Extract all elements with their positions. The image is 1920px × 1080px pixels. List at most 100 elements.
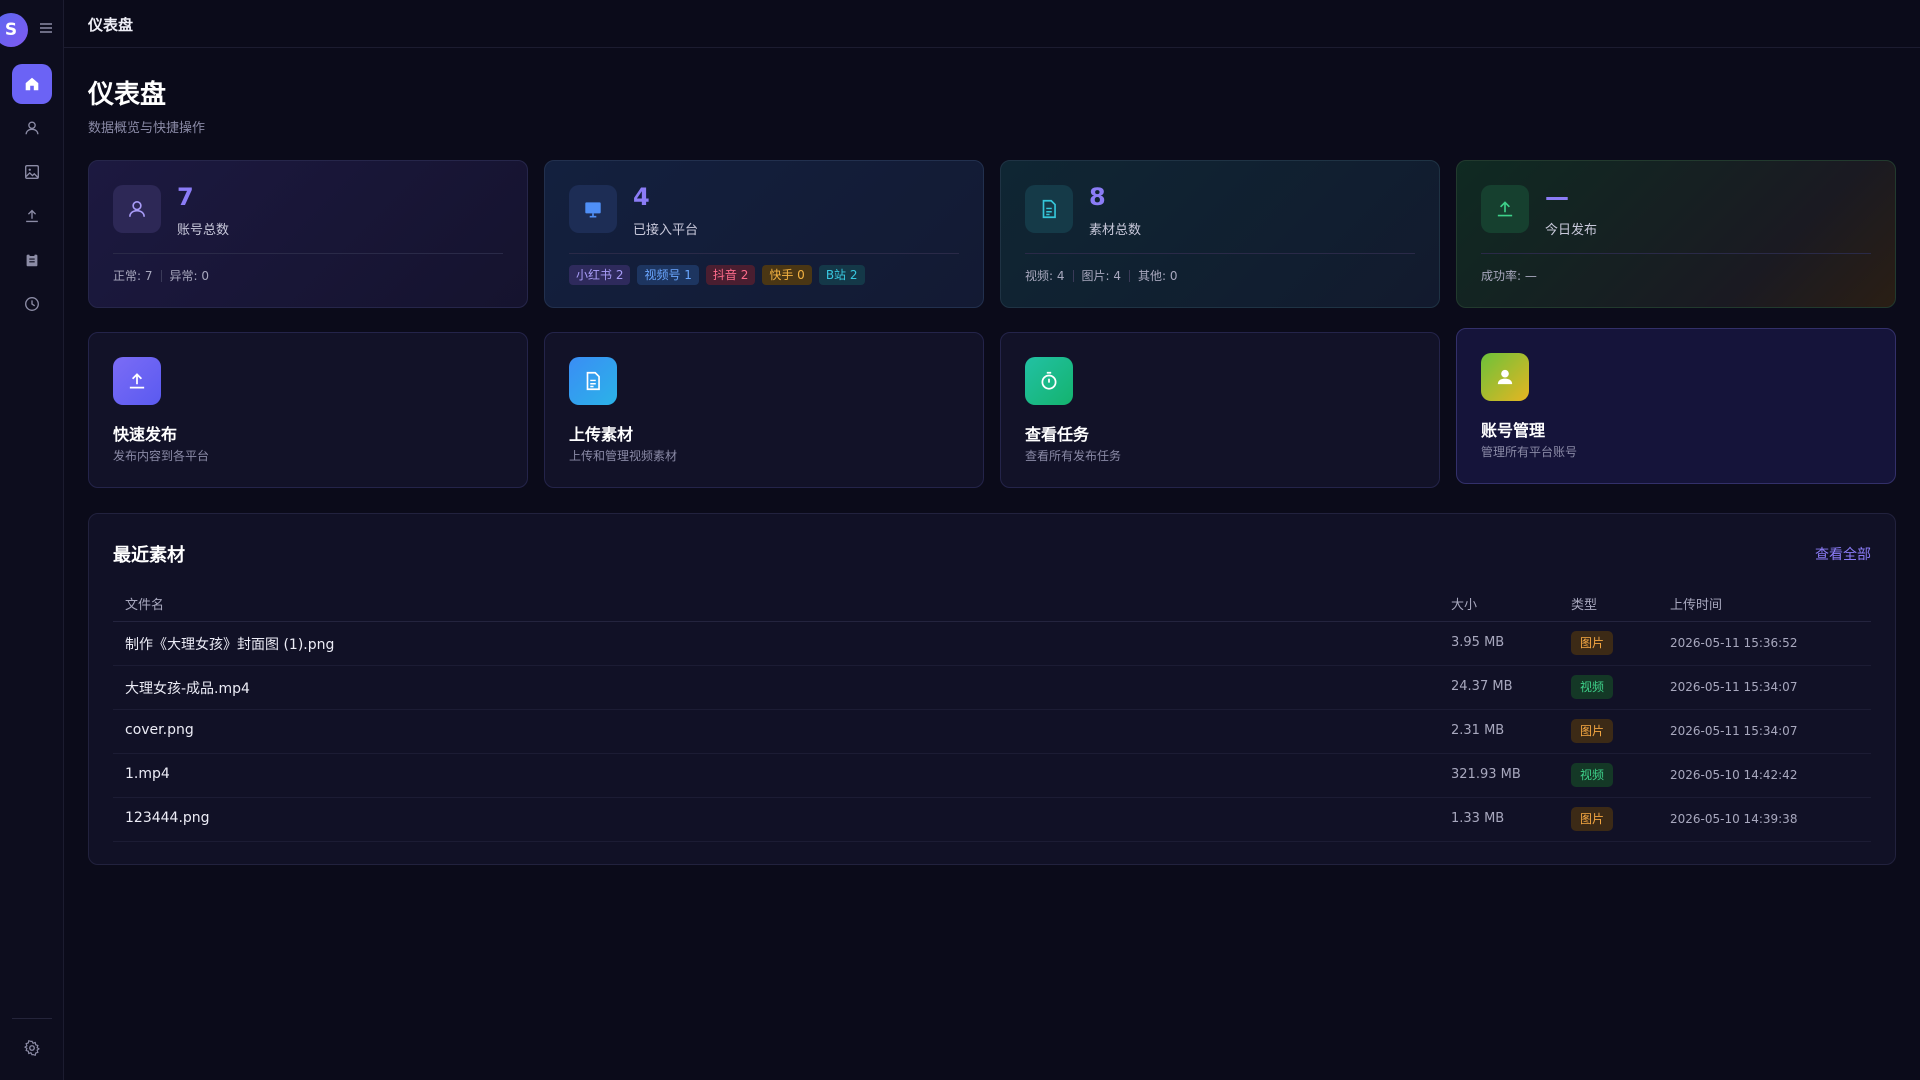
upload-icon [26, 209, 38, 223]
view-all-link[interactable]: 查看全部 [1815, 544, 1871, 564]
table-row[interactable]: 1.mp4 321.93 MB 视频 2026-05-10 14:42:42 [113, 754, 1871, 798]
user-icon [1481, 353, 1529, 401]
abnormal-count: 异常: 0 [169, 269, 210, 283]
stat-footer: 视频: 4 图片: 4 其他: 0 [1025, 267, 1178, 284]
action-upload-material[interactable]: 上传素材 上传和管理视频素材 [544, 332, 984, 488]
file-size: 24.37 MB [1451, 679, 1513, 694]
table-header: 文件名 大小 类型 上传时间 [113, 580, 1871, 622]
menu-icon[interactable] [38, 20, 54, 36]
page-title: 仪表盘 [88, 80, 167, 110]
stat-label: 今日发布 [1545, 223, 1598, 238]
type-badge: 视频 [1571, 763, 1614, 787]
page-subtitle: 数据概览与快捷操作 [88, 121, 206, 136]
tag-bilibili: B站 2 [818, 265, 865, 285]
column-header-time: 上传时间 [1670, 598, 1723, 613]
nav-materials[interactable] [12, 152, 52, 192]
stat-footer: 正常: 7 异常: 0 [113, 267, 209, 284]
nav-publish[interactable] [12, 196, 52, 236]
topbar-title: 仪表盘 [88, 16, 134, 34]
divider [1025, 253, 1415, 254]
document-icon [569, 357, 617, 405]
file-size: 321.93 MB [1451, 767, 1521, 782]
divider [1481, 253, 1871, 254]
tag-shipinhao: 视频号 1 [637, 265, 699, 285]
stat-value: 7 [177, 183, 194, 211]
file-size: 1.33 MB [1451, 811, 1505, 826]
user-icon [25, 121, 39, 135]
section-title: 最近素材 [113, 545, 185, 566]
stat-label: 账号总数 [177, 223, 230, 238]
file-name: 1.mp4 [125, 766, 170, 782]
home-icon [25, 77, 39, 91]
type-badge: 视频 [1571, 675, 1614, 699]
document-icon [1025, 185, 1073, 233]
tag-kuaishou: 快手 0 [762, 265, 812, 285]
other-count: 其他: 0 [1138, 269, 1178, 283]
action-title: 查看任务 [1025, 425, 1090, 444]
divider [113, 253, 503, 254]
nav-accounts[interactable] [12, 108, 52, 148]
stat-card-accounts: 7 账号总数 正常: 7 异常: 0 [88, 160, 528, 308]
success-rate: 成功率: — [1481, 269, 1537, 283]
action-desc: 查看所有发布任务 [1025, 449, 1122, 463]
image-count: 图片: 4 [1081, 269, 1122, 283]
monitor-icon [569, 185, 617, 233]
type-badge: 图片 [1571, 719, 1614, 743]
clipboard-icon [26, 253, 38, 267]
action-quick-publish[interactable]: 快速发布 发布内容到各平台 [88, 332, 528, 488]
stat-label: 已接入平台 [633, 223, 699, 238]
upload-time: 2026-05-11 15:34:07 [1670, 680, 1798, 694]
upload-icon [1481, 185, 1529, 233]
stat-card-today: — 今日发布 成功率: — [1456, 160, 1896, 308]
table-row[interactable]: cover.png 2.31 MB 图片 2026-05-11 15:34:07 [113, 710, 1871, 754]
column-header-size: 大小 [1451, 598, 1478, 613]
nav-history[interactable] [12, 284, 52, 324]
file-name: 123444.png [125, 810, 210, 826]
file-name: 大理女孩-成品.mp4 [125, 681, 250, 697]
action-title: 快速发布 [113, 425, 178, 444]
action-title: 上传素材 [569, 425, 634, 444]
stat-value: — [1545, 183, 1569, 211]
table-row[interactable]: 大理女孩-成品.mp4 24.37 MB 视频 2026-05-11 15:34… [113, 666, 1871, 710]
action-account-manage[interactable]: 账号管理 管理所有平台账号 [1456, 328, 1896, 484]
action-desc: 上传和管理视频素材 [569, 449, 678, 463]
stat-footer: 成功率: — [1481, 267, 1537, 284]
clock-icon [25, 297, 39, 311]
tag-douyin: 抖音 2 [705, 265, 756, 285]
table-row[interactable]: 制作《大理女孩》封面图 (1).png 3.95 MB 图片 2026-05-1… [113, 622, 1871, 666]
upload-time: 2026-05-10 14:42:42 [1670, 768, 1798, 782]
column-header-name: 文件名 [125, 598, 165, 613]
user-icon [113, 185, 161, 233]
platform-tags: 小红书 2 视频号 1 抖音 2 快手 0 B站 2 [569, 265, 872, 285]
sidebar-divider [12, 1018, 52, 1019]
action-view-tasks[interactable]: 查看任务 查看所有发布任务 [1000, 332, 1440, 488]
action-desc: 管理所有平台账号 [1481, 445, 1578, 459]
action-desc: 发布内容到各平台 [113, 449, 210, 463]
image-icon [25, 165, 39, 179]
upload-time: 2026-05-10 14:39:38 [1670, 812, 1798, 826]
nav-settings[interactable] [12, 1028, 52, 1068]
action-title: 账号管理 [1481, 421, 1546, 440]
file-name: cover.png [125, 722, 194, 738]
upload-time: 2026-05-11 15:36:52 [1670, 636, 1798, 650]
topbar: 仪表盘 [64, 0, 1920, 48]
recent-materials-panel: 最近素材 查看全部 文件名 大小 类型 上传时间 制作《大理女孩》封面图 (1)… [88, 513, 1896, 865]
stat-card-platforms: 4 已接入平台 小红书 2 视频号 1 抖音 2 快手 0 B站 2 [544, 160, 984, 308]
tag-xiaohongshu: 小红书 2 [569, 265, 631, 285]
file-size: 3.95 MB [1451, 635, 1505, 650]
user-avatar[interactable]: S [0, 13, 28, 47]
stat-card-materials: 8 素材总数 视频: 4 图片: 4 其他: 0 [1000, 160, 1440, 308]
type-badge: 图片 [1571, 807, 1614, 831]
table-row[interactable]: 123444.png 1.33 MB 图片 2026-05-10 14:39:3… [113, 798, 1871, 842]
stat-value: 8 [1089, 183, 1106, 211]
stat-value: 4 [633, 183, 650, 211]
stat-label: 素材总数 [1089, 223, 1142, 238]
nav-dashboard[interactable] [12, 64, 52, 104]
nav-tasks[interactable] [12, 240, 52, 280]
divider [569, 253, 959, 254]
column-header-type: 类型 [1571, 598, 1598, 613]
normal-count: 正常: 7 [113, 269, 153, 283]
type-badge: 图片 [1571, 631, 1614, 655]
gear-icon [24, 1039, 40, 1057]
video-count: 视频: 4 [1025, 269, 1065, 283]
